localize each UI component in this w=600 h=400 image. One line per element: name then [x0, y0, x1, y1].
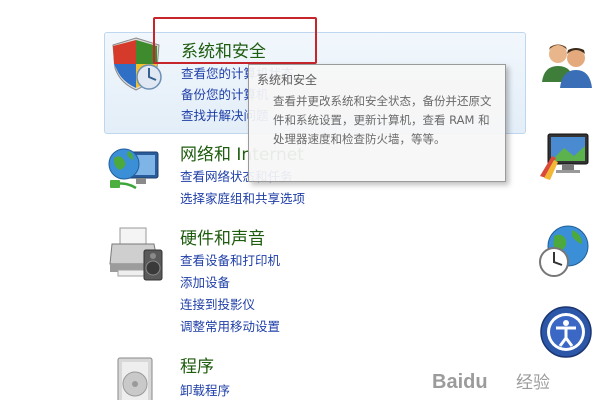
- category-title-hardware-sound[interactable]: 硬件和声音: [180, 224, 265, 249]
- baidu-watermark: Baidu 经验: [432, 366, 592, 396]
- link-add-device[interactable]: 添加设备: [180, 272, 230, 291]
- link-homegroup-sharing[interactable]: 选择家庭组和共享选项: [180, 188, 305, 207]
- ease-of-access-icon[interactable]: [538, 304, 594, 360]
- user-accounts-icon[interactable]: [538, 38, 594, 94]
- clock-region-icon[interactable]: [538, 222, 594, 278]
- link-devices-printers[interactable]: 查看设备和打印机: [180, 250, 280, 269]
- watermark-brand: Baidu: [432, 371, 488, 393]
- category-hardware-sound[interactable]: 硬件和声音 查看设备和打印机 添加设备 连接到投影仪 调整常用移动设置: [104, 222, 524, 340]
- globe-network-icon: [108, 148, 159, 190]
- tooltip-body: 查看并更改系统和安全状态，备份并还原文件和系统设置，更新计算机，查看 RAM 和…: [273, 94, 492, 146]
- tooltip-title: 系统和安全: [257, 73, 318, 87]
- baidu-paw-logo: Baidu 经验: [432, 371, 550, 393]
- link-mobility-settings[interactable]: 调整常用移动设置: [180, 316, 280, 335]
- category-title-system-security[interactable]: 系统和安全: [181, 37, 266, 62]
- link-connect-projector[interactable]: 连接到投影仪: [180, 294, 255, 313]
- category-title-programs[interactable]: 程序: [180, 352, 214, 377]
- shield-icon: [112, 37, 162, 91]
- link-uninstall-program[interactable]: 卸载程序: [180, 380, 230, 399]
- watermark-suffix: 经验: [516, 373, 550, 393]
- programs-icon: [117, 357, 153, 400]
- printer-icon: [109, 227, 163, 281]
- monitor-appearance-icon[interactable]: [538, 126, 594, 182]
- control-panel-page: 系统和安全 查看您的计算机状态 备份您的计算机 查找并解决问题 网络和 Inte…: [0, 0, 600, 400]
- tooltip-system-security: 系统和安全 查看并更改系统和安全状态，备份并还原文件和系统设置，更新计算机，查看…: [248, 64, 506, 182]
